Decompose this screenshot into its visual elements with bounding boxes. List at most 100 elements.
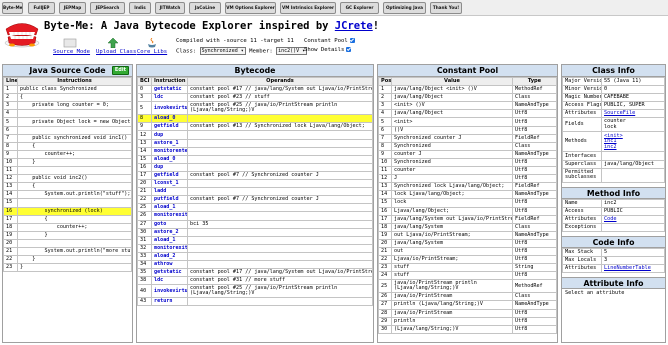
info-value[interactable]: Code bbox=[601, 214, 665, 224]
bytecode-row[interactable]: 31 aload_1 bbox=[137, 235, 373, 245]
constant-pool-row[interactable]: 23 stuff String bbox=[378, 263, 557, 273]
bytecode-row[interactable]: 25 aload_1 bbox=[137, 203, 373, 213]
bytecode-row[interactable]: 15 aload_0 bbox=[137, 154, 373, 164]
jcrete-link[interactable]: JCrete bbox=[335, 20, 373, 32]
bytecode-row[interactable]: 26 monitorexit bbox=[137, 211, 373, 221]
constant-pool-checkbox[interactable] bbox=[349, 38, 355, 43]
source-line-row[interactable]: 10 } bbox=[3, 157, 132, 168]
core-libs-tool[interactable]: Core Libs bbox=[135, 38, 169, 55]
source-line-row[interactable]: 9 counter++; bbox=[3, 149, 132, 159]
constant-pool-row[interactable]: 14 lock Ljava/lang/Object; NameAndType bbox=[378, 190, 557, 200]
constant-pool-toggle[interactable]: Constant Pool bbox=[304, 38, 355, 44]
nav-button-optimizing-java[interactable]: Optimizing Java bbox=[383, 2, 426, 14]
source-line-row[interactable]: 8 { bbox=[3, 141, 132, 151]
nav-button-indis[interactable]: Indis bbox=[129, 2, 151, 14]
bytecode-row[interactable]: 30 astore_2 bbox=[137, 227, 373, 237]
source-line-row[interactable]: 3 private long counter = 0; bbox=[3, 101, 132, 111]
bytecode-row[interactable]: 34 athrow bbox=[137, 259, 373, 270]
bytecode-row[interactable]: 21 ladd bbox=[137, 187, 373, 197]
source-line-row[interactable]: 21 System.out.println("more stuff"); bbox=[3, 246, 132, 257]
source-line-row[interactable]: 11 bbox=[3, 166, 132, 176]
nav-button-jacoline[interactable]: JaCoLine bbox=[189, 2, 221, 14]
constant-pool-row[interactable]: 4 java/lang/Object Utf8 bbox=[378, 109, 557, 119]
source-line-row[interactable]: 7 public synchronized void inc1() bbox=[3, 133, 132, 143]
source-line-row[interactable]: 17 { bbox=[3, 214, 132, 224]
constant-pool-row[interactable]: 24 stuff Utf8 bbox=[378, 271, 557, 281]
nav-button-byte-me[interactable]: Byte-Me bbox=[2, 2, 23, 14]
source-mode-tool[interactable]: Source Mode bbox=[53, 38, 90, 55]
constant-pool-row[interactable]: 19 out Ljava/io/PrintStream; NameAndType bbox=[378, 230, 557, 240]
bytecode-row[interactable]: 0 getstatic constant pool #17 // java/lang… bbox=[137, 85, 373, 95]
constant-pool-row[interactable]: 28 java/io/PrintStream Utf8 bbox=[378, 308, 557, 318]
info-value[interactable]: LineNumberTable bbox=[601, 264, 665, 274]
constant-pool-row[interactable]: 21 out Utf8 bbox=[378, 246, 557, 257]
constant-pool-row[interactable]: 18 java/lang/System Class bbox=[378, 222, 557, 232]
source-line-row[interactable]: 14 System.out.println("stuff"); bbox=[3, 190, 132, 200]
nav-button-jitwatch[interactable]: JITWatch bbox=[155, 2, 185, 14]
source-line-row[interactable]: 20 bbox=[3, 238, 132, 248]
constant-pool-row[interactable]: 20 java/lang/System Utf8 bbox=[378, 238, 557, 248]
edit-button[interactable]: Edit bbox=[111, 66, 129, 75]
constant-pool-row[interactable]: 26 java/io/PrintStream Class bbox=[378, 292, 557, 302]
source-line-row[interactable]: 15 bbox=[3, 198, 132, 208]
source-line-row[interactable]: 13 { bbox=[3, 182, 132, 192]
source-line-row[interactable]: 12 public void inc2() bbox=[3, 174, 132, 184]
bytecode-row[interactable]: 9 getfield constant pool #13 // Synchroniz… bbox=[137, 122, 373, 132]
show-details-toggle[interactable]: Show Details bbox=[304, 47, 352, 53]
constant-pool-row[interactable]: 9 counter J NameAndType bbox=[378, 149, 557, 159]
constant-pool-row[interactable]: 7 Synchronized counter J FieldRef bbox=[378, 133, 557, 143]
nav-button-thank-you[interactable]: Thank You! bbox=[430, 2, 462, 14]
bytecode-row[interactable]: 32 monitorexit bbox=[137, 243, 373, 253]
constant-pool-row[interactable]: 3 <init> ()V NameAndType bbox=[378, 101, 557, 111]
bytecode-row[interactable]: 40invokevirtualconstant pool #25 // java… bbox=[137, 284, 373, 299]
constant-pool-row[interactable]: 30 (Ljava/lang/String;)V Utf8 bbox=[378, 324, 557, 334]
bytecode-row[interactable]: 35 getstatic constant pool #17 // java/lan… bbox=[137, 268, 373, 278]
bytecode-row[interactable]: 5invokevirtualconstant pool #25 // java/… bbox=[137, 101, 373, 116]
constant-pool-row[interactable]: 5 <init> Utf8 bbox=[378, 117, 557, 127]
info-value[interactable]: <init> inc1 inc2 bbox=[601, 131, 665, 153]
nav-button-jepsearch[interactable]: JEPSearch bbox=[90, 2, 125, 14]
constant-pool-row[interactable]: 6 ()V Utf8 bbox=[378, 125, 557, 135]
source-line-row[interactable]: 23} bbox=[3, 263, 132, 273]
bytecode-row[interactable]: 38 ldc constant pool #31 // more stuff bbox=[137, 276, 373, 286]
bytecode-row[interactable]: 13 astore_1 bbox=[137, 138, 373, 148]
bytecode-row[interactable]: 16 dup bbox=[137, 162, 373, 172]
core-libs-link[interactable]: Core Libs bbox=[135, 49, 169, 55]
member-select[interactable]: inc2()V ▾ bbox=[276, 47, 308, 55]
source-line-row[interactable]: 2{ bbox=[3, 93, 132, 103]
constant-pool-row[interactable]: 29 println Utf8 bbox=[378, 316, 557, 326]
info-value[interactable]: SourceFile bbox=[601, 109, 665, 119]
class-select[interactable]: Synchronized ▾ bbox=[199, 47, 246, 55]
bytecode-row[interactable]: 43 return bbox=[137, 297, 373, 307]
source-line-row[interactable]: 22 } bbox=[3, 255, 132, 265]
constant-pool-row[interactable]: 27 println (Ljava/lang/String;)V NameAndTy… bbox=[378, 300, 557, 310]
bytecode-row[interactable]: 33 aload_2 bbox=[137, 251, 373, 261]
bytecode-row[interactable]: 8 aload_0 bbox=[137, 114, 373, 124]
source-line-row[interactable]: 4 bbox=[3, 109, 132, 119]
source-line-row[interactable]: 19 } bbox=[3, 230, 132, 240]
bytecode-row[interactable]: 12 dup bbox=[137, 130, 373, 140]
constant-pool-row[interactable]: 12 J Utf8 bbox=[378, 174, 557, 184]
constant-pool-row[interactable]: 1 java/lang/Object <init> ()V MethodRef bbox=[378, 85, 557, 95]
constant-pool-row[interactable]: 8 Synchronized Class bbox=[378, 141, 557, 151]
nav-button-jepmap[interactable]: JEPMap bbox=[59, 2, 86, 14]
constant-pool-row[interactable]: 15 lock Utf8 bbox=[378, 198, 557, 208]
source-line-row[interactable]: 6 bbox=[3, 125, 132, 135]
bytecode-row[interactable]: 14 monitorenter bbox=[137, 146, 373, 156]
nav-button-gc-explorer[interactable]: GC Explorer bbox=[340, 2, 379, 14]
bytecode-row[interactable]: 27 goto bci 35 bbox=[137, 219, 373, 229]
source-mode-link[interactable]: Source Mode bbox=[53, 49, 90, 55]
upload-class-link[interactable]: Upload Class bbox=[96, 49, 136, 55]
nav-button-vm-options-explorer[interactable]: VM Options Explorer bbox=[225, 2, 276, 14]
bytecode-row[interactable]: 3 ldc constant pool #23 // stuff bbox=[137, 93, 373, 103]
constant-pool-row[interactable]: 2 java/lang/Object Class bbox=[378, 93, 557, 103]
bytecode-row[interactable]: 20 lconst_1 bbox=[137, 179, 373, 189]
source-line-row[interactable]: 5 private Object lock = new Object(); bbox=[3, 117, 132, 127]
show-details-checkbox[interactable] bbox=[346, 47, 352, 52]
constant-pool-row[interactable]: 10 Synchronized Utf8 bbox=[378, 157, 557, 168]
bytecode-row[interactable]: 22 putfield constant pool #7 // Synchroniz… bbox=[137, 195, 373, 205]
constant-pool-row[interactable]: 11 counter Utf8 bbox=[378, 166, 557, 176]
constant-pool-row[interactable]: 17 java/lang/System out Ljava/io/PrintStr… bbox=[378, 214, 557, 224]
nav-button-vm-intrinsics-explorer[interactable]: VM Intrinsics Explorer bbox=[280, 2, 336, 14]
constant-pool-row[interactable]: 13 Synchronized lock Ljava/lang/Object; Fi… bbox=[378, 182, 557, 192]
